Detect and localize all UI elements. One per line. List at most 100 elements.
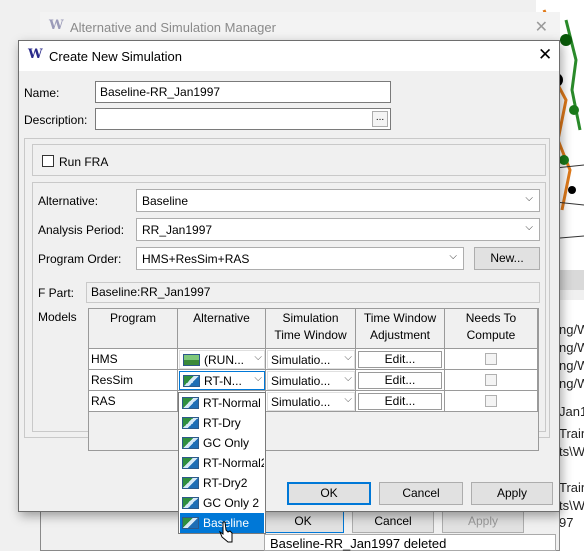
column-header-alternative[interactable]: Alternative [178,309,266,349]
table-row-hms-program: HMS [89,349,178,370]
dropdown-option[interactable]: RT-Normal2 [180,453,264,473]
background-list-text: ng/W [559,376,584,391]
ras-edit-button[interactable]: Edit... [358,393,442,410]
background-cancel-button[interactable]: Cancel [352,511,434,533]
mouse-pointer-icon [219,521,233,543]
alternative-select-value: Baseline [142,194,189,208]
hms-edit-button[interactable]: Edit... [358,351,442,368]
hms-needs-compute-checkbox[interactable] [485,353,497,365]
name-field[interactable]: Baseline-RR_Jan1997 [95,81,391,103]
cancel-button[interactable]: Cancel [379,482,463,505]
background-list-text: 97 [559,515,574,530]
chevron-down-icon: ⌵ [525,193,533,204]
hms-simulation-window-select[interactable]: Simulatio... ⌵ [267,350,355,369]
background-list-text: ng/W [559,340,584,355]
run-fra-checkbox[interactable] [42,155,54,167]
background-list-text: Train [559,426,584,441]
header-line: Time Window [274,328,347,342]
chevron-down-icon: ⌵ [254,352,262,363]
dropdown-option[interactable]: RT-Normal [180,393,264,413]
description-label: Description: [24,113,88,127]
run-fra-label: Run FRA [59,155,109,169]
ras-simulation-window-select[interactable]: Simulatio... ⌵ [267,392,355,411]
analysis-period-label: Analysis Period: [38,223,125,237]
alternative-select[interactable]: Baseline ⌵ [136,189,540,212]
description-field[interactable] [95,108,391,130]
column-header-needs-to-compute[interactable]: Needs To Compute [445,309,538,349]
header-line: Adjustment [369,328,431,342]
close-icon[interactable]: ✕ [535,17,548,37]
background-list-text: ng/W [559,358,584,373]
ressim-needs-compute-checkbox[interactable] [485,374,497,386]
ressim-model-icon [182,517,199,529]
dropdown-option-label: GC Only [203,436,250,450]
table-row-ressim-program: ResSim [89,370,178,391]
name-label: Name: [24,86,60,100]
chevron-down-icon: ⌵ [254,373,262,384]
background-list-text: Train [559,480,584,495]
hms-sim-window-value: Simulatio... [271,353,331,367]
chevron-down-icon: ⌵ [344,394,352,405]
close-icon[interactable]: ✕ [538,45,552,65]
background-window-title: Alternative and Simulation Manager [70,20,276,35]
ressim-model-icon [182,457,199,469]
background-list-text: ts\W [559,444,584,459]
hms-alternative-select[interactable]: (RUN... ⌵ [179,350,265,369]
run-fra-group [32,144,546,176]
hms-alternative-value: (RUN... [204,353,244,367]
background-apply-button[interactable]: Apply [442,511,524,533]
background-list-text: ts\W [559,498,584,513]
program-order-select-value: HMS+ResSim+RAS [142,252,250,266]
dropdown-option[interactable]: RT-Dry [180,413,264,433]
background-list-panel: ng/W ng/W ng/W ng/W Jan19 Train ts\W Tra… [556,300,584,551]
ressim-model-icon [183,375,200,387]
hms-model-icon [183,354,200,366]
fpart-label: F Part: [38,286,75,300]
ressim-model-icon [182,417,199,429]
dropdown-option-label: RT-Dry [203,416,241,430]
new-program-order-button[interactable]: New... [474,247,540,270]
ressim-sim-window-value: Simulatio... [271,374,331,388]
app-logo-icon: W [28,47,43,62]
ressim-model-icon [182,477,199,489]
column-header-program[interactable]: Program [89,309,178,349]
analysis-period-select-value: RR_Jan1997 [142,223,213,237]
ressim-alternative-select[interactable]: RT-N... ⌵ [179,371,265,390]
ressim-alternative-value: RT-N... [204,374,242,388]
background-ok-button[interactable]: OK [262,511,344,533]
column-header-time-window-adjustment[interactable]: Time Window Adjustment [356,309,445,349]
ressim-edit-button[interactable]: Edit... [358,372,442,389]
chevron-down-icon: ⌵ [344,352,352,363]
header-line: Time Window [363,311,437,325]
background-status-text: Baseline-RR_Jan1997 deleted [270,536,447,551]
dialog-titlebar: W Create New Simulation ✕ [19,41,559,71]
program-order-select[interactable]: HMS+ResSim+RAS ⌵ [136,247,464,270]
program-order-label: Program Order: [38,252,122,266]
dropdown-option[interactable]: GC Only 2 [180,493,264,513]
chevron-down-icon: ⌵ [344,373,352,384]
dropdown-option-label: RT-Normal [203,396,261,410]
fpart-field: Baseline:RR_Jan1997 [86,282,540,303]
description-browse-button[interactable]: ... [372,111,388,127]
background-list-text: Jan19 [559,404,584,419]
dropdown-option[interactable]: GC Only [180,433,264,453]
analysis-period-select[interactable]: RR_Jan1997 ⌵ [136,218,540,241]
header-line: Needs To [465,311,517,325]
ressim-simulation-window-select[interactable]: Simulatio... ⌵ [267,371,355,390]
header-line: Simulation [282,311,339,325]
column-header-simulation-time-window[interactable]: Simulation Time Window [266,309,356,349]
dropdown-option-label: RT-Normal2 [203,456,264,470]
ras-sim-window-value: Simulatio... [271,395,331,409]
ras-needs-compute-checkbox[interactable] [485,395,497,407]
ressim-model-icon [182,437,199,449]
ressim-model-icon [182,397,199,409]
header-line: Compute [466,328,516,342]
alternative-label: Alternative: [38,194,99,208]
alternative-dropdown-list: RT-Normal RT-Dry GC Only RT-Normal2 RT-D… [178,392,266,534]
dropdown-option[interactable]: RT-Dry2 [180,473,264,493]
ressim-model-icon [182,497,199,509]
ok-button[interactable]: OK [287,482,371,505]
apply-button[interactable]: Apply [471,482,553,505]
models-label: Models [38,310,77,324]
dropdown-option-label: GC Only 2 [203,496,260,510]
